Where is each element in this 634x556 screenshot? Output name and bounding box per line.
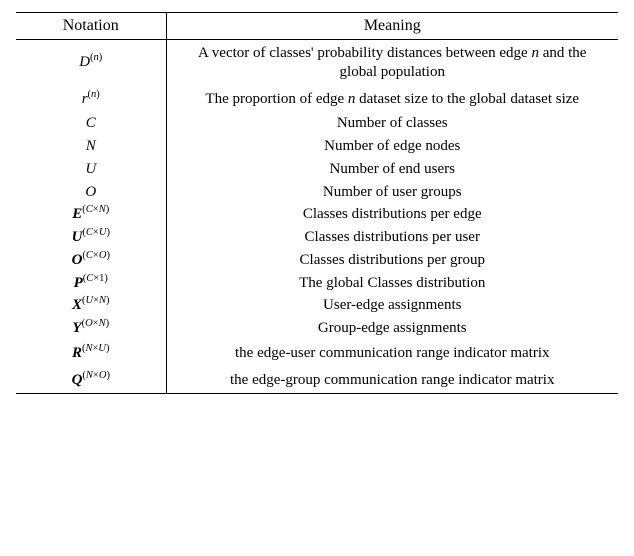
meaning-cell: The global Classes distribution <box>166 272 618 295</box>
notation-cell: U <box>16 158 166 181</box>
notation-table: Notation Meaning D(n)A vector of classes… <box>16 12 618 394</box>
table-row: D(n)A vector of classes' probability dis… <box>16 40 618 86</box>
table-row: Y(O×N)Group-edge assignments <box>16 317 618 340</box>
meaning-cell: Group-edge assignments <box>166 317 618 340</box>
notation-cell: C <box>16 112 166 135</box>
header-meaning: Meaning <box>166 13 618 40</box>
notation-cell: U(C×U) <box>16 226 166 249</box>
notation-cell: D(n) <box>16 40 166 86</box>
meaning-cell: the edge-user communication range indica… <box>166 340 618 367</box>
notation-cell: O <box>16 181 166 204</box>
table-row: UNumber of end users <box>16 158 618 181</box>
table-row: R(N×U)the edge-user communication range … <box>16 340 618 367</box>
table-row: O(C×O)Classes distributions per group <box>16 249 618 272</box>
notation-cell: N <box>16 135 166 158</box>
meaning-cell: Number of edge nodes <box>166 135 618 158</box>
notation-cell: E(C×N) <box>16 203 166 226</box>
notation-cell: X(U×N) <box>16 294 166 317</box>
table-row: ONumber of user groups <box>16 181 618 204</box>
meaning-cell: The proportion of edge n dataset size to… <box>166 86 618 113</box>
table-row: P(C×1)The global Classes distribution <box>16 272 618 295</box>
table-row: U(C×U)Classes distributions per user <box>16 226 618 249</box>
notation-cell: Y(O×N) <box>16 317 166 340</box>
table-row: E(C×N)Classes distributions per edge <box>16 203 618 226</box>
table-row: Q(N×O)the edge-group communication range… <box>16 367 618 394</box>
notation-cell: Q(N×O) <box>16 367 166 394</box>
table-row: NNumber of edge nodes <box>16 135 618 158</box>
meaning-cell: Classes distributions per group <box>166 249 618 272</box>
header-notation: Notation <box>16 13 166 40</box>
meaning-cell: Number of end users <box>166 158 618 181</box>
meaning-cell: Number of user groups <box>166 181 618 204</box>
meaning-cell: A vector of classes' probability distanc… <box>166 40 618 86</box>
table-row: r(n)The proportion of edge n dataset siz… <box>16 86 618 113</box>
meaning-cell: Number of classes <box>166 112 618 135</box>
notation-cell: R(N×U) <box>16 340 166 367</box>
meaning-cell: User-edge assignments <box>166 294 618 317</box>
meaning-cell: the edge-group communication range indic… <box>166 367 618 394</box>
notation-cell: r(n) <box>16 86 166 113</box>
notation-cell: P(C×1) <box>16 272 166 295</box>
table-row: X(U×N)User-edge assignments <box>16 294 618 317</box>
table-header-row: Notation Meaning <box>16 13 618 40</box>
table-row: CNumber of classes <box>16 112 618 135</box>
notation-cell: O(C×O) <box>16 249 166 272</box>
meaning-cell: Classes distributions per user <box>166 226 618 249</box>
meaning-cell: Classes distributions per edge <box>166 203 618 226</box>
